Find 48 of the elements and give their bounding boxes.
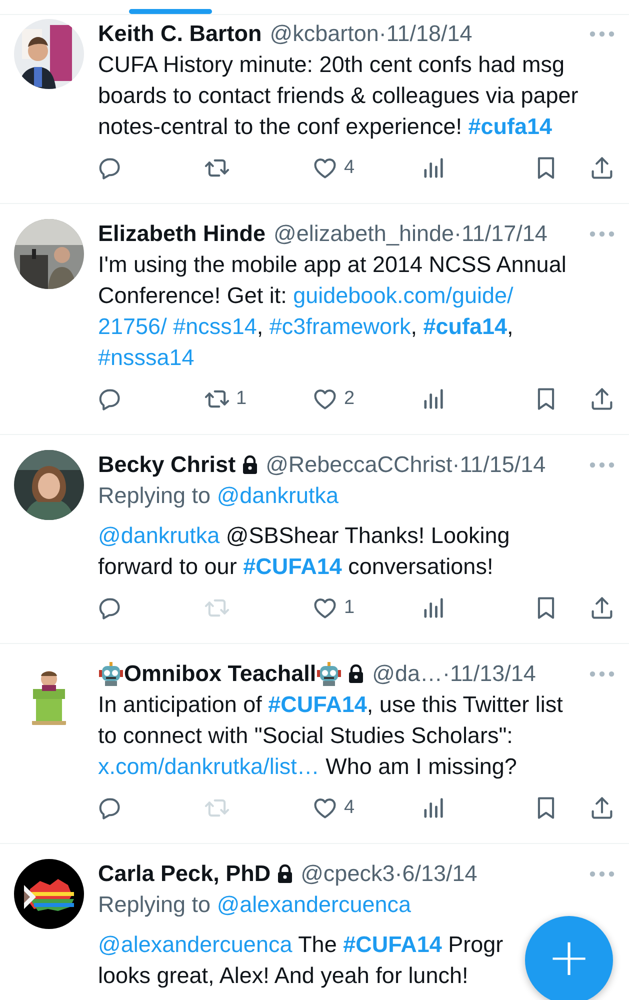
- mention-link[interactable]: @alexandercuenca: [216, 892, 412, 917]
- hashtag-link[interactable]: #cufa14: [468, 114, 552, 139]
- link[interactable]: #c3framework: [269, 314, 411, 339]
- display-name[interactable]: Carla Peck, PhD: [98, 860, 271, 886]
- mention-link[interactable]: @dankrutka: [216, 483, 338, 508]
- action-count: 1: [236, 388, 247, 410]
- user-handle[interactable]: @RebeccaCChrist: [266, 452, 452, 478]
- action-count: 4: [344, 797, 355, 819]
- tweet-text: In anticipation of #CUFA14, use this Twitter list to connect with "Social Studies Scholars": x.com/dankrutka/list… Who am I missing?: [98, 691, 563, 781]
- link[interactable]: 21756/: [98, 314, 167, 339]
- hashtag-link[interactable]: #CUFA14: [268, 692, 367, 717]
- robot-icon: [316, 660, 342, 686]
- user-handle[interactable]: @da…: [372, 660, 443, 686]
- display-name[interactable]: Elizabeth Hinde: [98, 220, 266, 246]
- link[interactable]: @dankrutka: [98, 523, 220, 548]
- user-handle[interactable]: @elizabeth_hinde: [274, 220, 454, 246]
- link[interactable]: x.com/dankrutka/list…: [98, 754, 320, 779]
- tweet-date[interactable]: ·11/15/14: [452, 452, 546, 478]
- share-icon[interactable]: [589, 386, 615, 412]
- tweet-text: @dankrutka @SBShear Thanks! Looking forward to our #CUFA14 conversations!: [98, 522, 510, 581]
- reply-context: Replying to @dankrutka: [98, 482, 340, 510]
- display-name[interactable]: Keith C. Barton: [98, 20, 262, 46]
- action-count: 1: [344, 597, 355, 619]
- tweet-date[interactable]: ·6/13/14: [394, 860, 478, 886]
- display-name[interactable]: Omnibox Teachall: [124, 660, 316, 686]
- display-name[interactable]: Becky Christ: [98, 452, 236, 478]
- hashtag-link[interactable]: #CUFA14: [343, 932, 442, 957]
- tweet-date[interactable]: ·11/18/14: [378, 20, 472, 46]
- reply-context: Replying to @alexandercuenca: [98, 891, 412, 919]
- tweet-text: I'm using the mobile app at 2014 NCSS Annual Conference! Get it: guidebook.com/guide/ 21756/ #ncss14, #c3framework, #cufa14, #nsssa14: [98, 251, 566, 372]
- tweet-date[interactable]: ·11/13/14: [442, 660, 536, 686]
- link[interactable]: guidebook.com/guide/: [293, 283, 514, 308]
- action-count: 4: [344, 157, 355, 179]
- share-icon[interactable]: [589, 595, 615, 621]
- link[interactable]: #ncss14: [173, 314, 257, 339]
- link[interactable]: #nsssa14: [98, 345, 194, 370]
- link[interactable]: @alexandercuenca: [98, 932, 292, 957]
- hashtag-link[interactable]: #cufa14: [423, 314, 508, 339]
- user-handle[interactable]: @cpeck3: [300, 860, 395, 886]
- action-count: 2: [344, 388, 355, 410]
- share-icon[interactable]: [589, 795, 615, 821]
- compose-button[interactable]: +: [525, 916, 613, 1000]
- tweet-date[interactable]: ·11/17/14: [454, 220, 548, 246]
- tweet-text: CUFA History minute: 20th cent confs had msg boards to contact friends & colleagues via paper notes-central to the conf experience! #cufa14: [98, 51, 578, 141]
- user-handle[interactable]: @kcbarton: [270, 20, 379, 46]
- tweet-text: @alexandercuenca The #CUFA14 Progr looks great, Alex! And yeah for lunch!: [98, 931, 504, 990]
- hashtag-link[interactable]: #CUFA14: [243, 554, 342, 579]
- share-icon[interactable]: [589, 155, 615, 181]
